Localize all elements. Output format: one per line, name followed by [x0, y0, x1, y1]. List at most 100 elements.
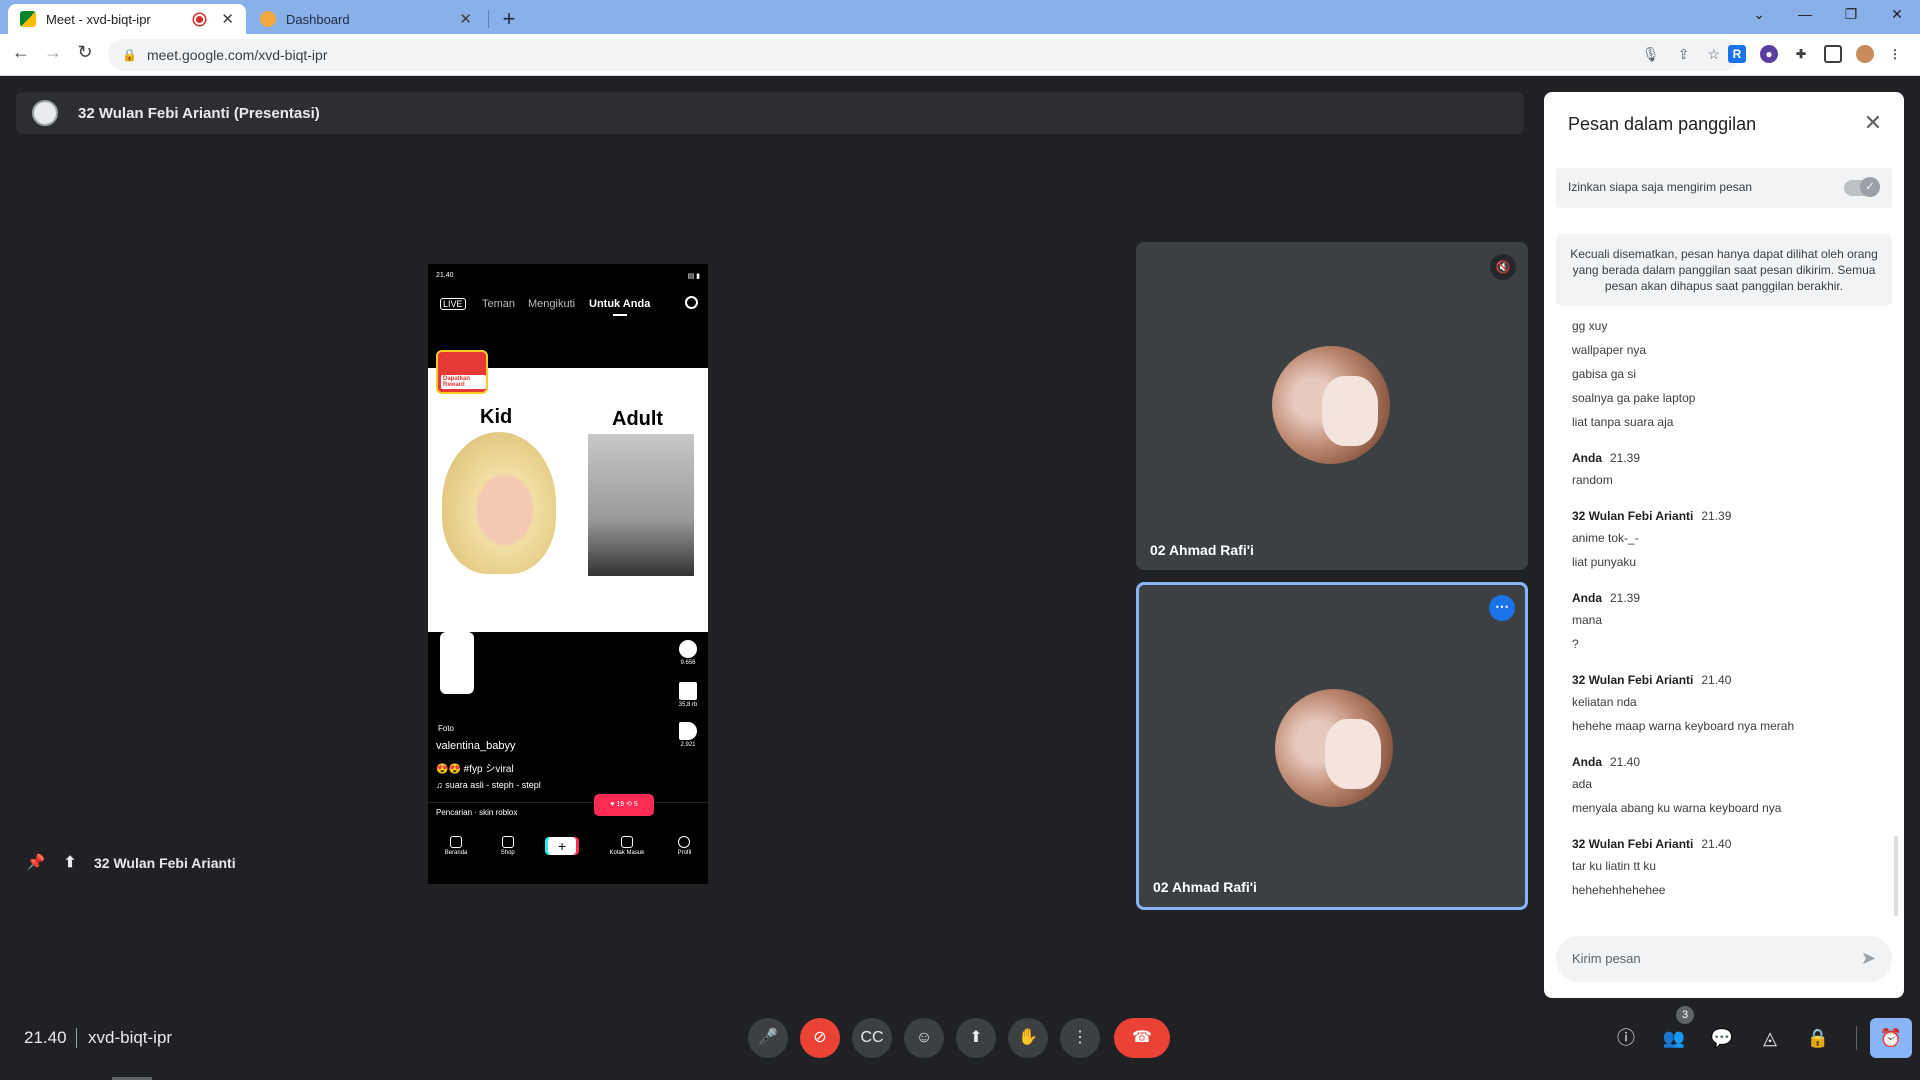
restore-icon[interactable]: ❐ [1836, 6, 1866, 23]
bookmark-star-icon[interactable]: ☆ [1707, 46, 1720, 63]
host-controls-icon[interactable]: 🔒 [1804, 1024, 1832, 1052]
phone-tab-inbox: Kotak Masuk [610, 836, 644, 856]
microphone-button[interactable]: 🎤 [748, 1018, 788, 1058]
participant-tile-self[interactable]: ⋯ 02 Ahmad Rafi'i [1136, 582, 1528, 910]
hand-icon: ✋ [1018, 1029, 1038, 1046]
chat-icon[interactable]: 💬 [1708, 1024, 1736, 1052]
nav-underline [613, 314, 627, 316]
browser-menu-icon[interactable]: ⋮ [1886, 45, 1904, 63]
phone-feed-nav: LIVE Teman Mengikuti Untuk Anda [428, 294, 708, 318]
back-icon[interactable]: ← [8, 42, 34, 63]
present-icon: ⬆ [969, 1029, 983, 1046]
create-plus-icon: + [548, 837, 577, 855]
phone-tab-shop: Shop [501, 836, 515, 856]
allow-messages-toggle[interactable] [1844, 177, 1880, 197]
address-bar[interactable]: 🔒 meet.google.com/xvd-biqt-ipr [108, 39, 1740, 71]
participant-tile[interactable]: 🔇 02 Ahmad Rafi'i [1136, 242, 1528, 570]
message-sender: 32 Wulan Febi Arianti [1572, 837, 1694, 851]
message-header: Anda 21.39 [1572, 448, 1892, 468]
tab-meet[interactable]: Meet - xvd-biqt-ipr ✕ [8, 4, 246, 34]
more-options-button[interactable]: ⋮ [1060, 1018, 1100, 1058]
leave-call-button[interactable]: ☎ [1114, 1018, 1170, 1058]
close-tab-icon[interactable]: ✕ [459, 10, 472, 28]
home-icon [450, 836, 463, 848]
presenter-name: 32 Wulan Febi Arianti [94, 855, 236, 871]
profile-avatar-icon[interactable] [1856, 45, 1874, 63]
minimize-icon[interactable]: — [1790, 6, 1820, 22]
phone-tab-beranda: Beranda [445, 836, 467, 856]
message-time: 21.40 [1610, 755, 1641, 769]
emoji-button[interactable]: ☺ [904, 1018, 944, 1058]
participant-avatar [1275, 689, 1393, 807]
camera-off-button[interactable]: ⊘ [800, 1018, 840, 1058]
message-text: wallpaper nya [1572, 343, 1647, 357]
present-button[interactable]: ⬆ [956, 1018, 996, 1058]
send-icon[interactable]: ➤ [1861, 948, 1876, 969]
share-count: 2.921 [676, 722, 700, 748]
meeting-time: 21.40 [24, 1028, 67, 1047]
people-icon[interactable]: 👥 [1660, 1024, 1688, 1052]
shop-icon [501, 836, 514, 848]
side-panel-icon[interactable] [1824, 45, 1842, 63]
phone-search-icon [685, 296, 698, 309]
comment-count: 9.656 [676, 640, 700, 666]
bookmark-icon [679, 682, 697, 700]
post-caption: 😍😍 #fyp シviral [436, 764, 514, 775]
message-header: 32 Wulan Febi Arianti 21.39 [1572, 506, 1892, 526]
message-sender: Anda [1572, 755, 1602, 769]
adult-label: Adult [612, 408, 664, 430]
close-tab-icon[interactable]: ✕ [221, 10, 234, 28]
inbox-icon [620, 836, 633, 848]
meeting-code: xvd-biqt-ipr [88, 1028, 173, 1047]
bottom-separator [76, 1028, 77, 1048]
message-text: gg xuy [1572, 319, 1608, 333]
nav-untuk-anda: Untuk Anda [589, 298, 651, 310]
more-vert-icon: ⋮ [1072, 1029, 1088, 1046]
extensions-puzzle-icon[interactable]: ✚ [1792, 45, 1810, 63]
reload-icon[interactable]: ↻ [72, 42, 98, 63]
meet-favicon-icon [20, 11, 36, 27]
participant-avatar [1272, 346, 1390, 464]
forward-icon[interactable]: → [40, 42, 66, 63]
new-tab-icon[interactable]: + [496, 6, 522, 32]
window-close-icon[interactable]: ✕ [1882, 6, 1912, 23]
message-input[interactable]: Kirim pesan ➤ [1556, 936, 1892, 982]
post-sound: ♫ suara asli - steph - stepl [436, 780, 541, 790]
presenter-label: 📌 ⬆ 32 Wulan Febi Arianti [26, 854, 236, 872]
extension-r-icon[interactable]: R [1728, 45, 1746, 63]
message-sender: Anda [1572, 591, 1602, 605]
post-username: valentina_babyy [436, 740, 516, 752]
captions-button[interactable]: CC [852, 1018, 892, 1058]
close-icon[interactable]: ✕ [1858, 110, 1888, 136]
tab-title: Meet - xvd-biqt-ipr [46, 11, 151, 27]
raise-hand-button[interactable]: ✋ [1008, 1018, 1048, 1058]
chat-title: Pesan dalam panggilan [1568, 114, 1757, 134]
message-time: 21.39 [1701, 509, 1732, 523]
pin-icon[interactable]: 📌 [26, 854, 46, 872]
message-time: 21.39 [1610, 451, 1641, 465]
microphone-icon[interactable]: 🎙 [1642, 46, 1660, 63]
meeting-info-icon[interactable]: ⓘ [1612, 1024, 1640, 1052]
share-icon[interactable]: ⇪ [1678, 46, 1690, 63]
recording-indicator-icon [194, 13, 206, 25]
message-time: 21.40 [1701, 673, 1732, 687]
message-time: 21.40 [1701, 837, 1732, 851]
message-text: mana [1572, 613, 1603, 627]
message-text: menyala abang ku warna keyboard nya [1572, 801, 1782, 815]
microphone-icon: 🎤 [758, 1029, 778, 1046]
message-text: ? [1572, 637, 1579, 651]
lock-icon: 🔒 [122, 48, 137, 62]
message-placeholder: Kirim pesan [1572, 951, 1641, 966]
participant-count-badge: 3 [1676, 1006, 1694, 1024]
presentation-banner: 32 Wulan Febi Arianti (Presentasi) [16, 92, 1524, 134]
share-arrow-icon [679, 722, 697, 740]
more-options-icon[interactable]: ⋯ [1489, 595, 1515, 621]
message-text: liat tanpa suara aja [1572, 415, 1674, 429]
tab-search-icon[interactable]: ⌄ [1744, 6, 1774, 23]
chat-scrollbar[interactable] [1894, 836, 1898, 916]
timer-button[interactable]: ⏰ [1870, 1018, 1912, 1058]
message-header: 32 Wulan Febi Arianti 21.40 [1572, 670, 1892, 690]
tab-dashboard[interactable]: Dashboard ✕ [248, 4, 484, 34]
activities-icon[interactable]: ◬ [1756, 1024, 1784, 1052]
extension-circle-icon[interactable]: ● [1760, 45, 1778, 63]
